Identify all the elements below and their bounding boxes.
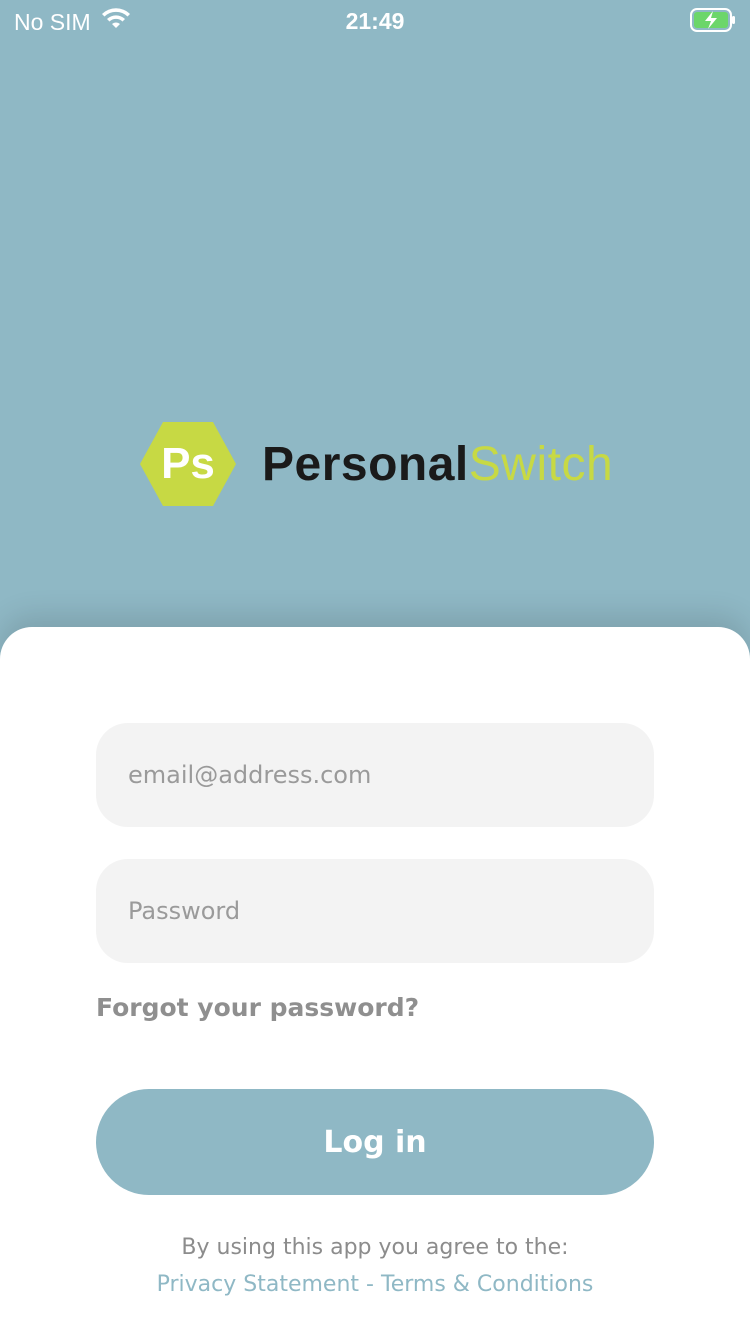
logo-hexagon: Ps xyxy=(138,420,238,508)
logo-word-switch: Switch xyxy=(468,437,614,491)
logo-word-personal: Personal xyxy=(262,437,469,491)
legal-links: Privacy Statement - Terms & Conditions xyxy=(0,1266,750,1303)
login-button[interactable]: Log in xyxy=(96,1089,654,1195)
terms-notice: By using this app you agree to the: Priv… xyxy=(0,1229,750,1303)
link-separator: - xyxy=(366,1272,374,1297)
logo-wordmark: PersonalSwitch xyxy=(262,437,613,492)
password-field[interactable] xyxy=(96,859,654,963)
terms-conditions-link[interactable]: Terms & Conditions xyxy=(381,1272,593,1297)
logo-mark: Ps xyxy=(161,439,215,488)
personalswitch-logo: Ps PersonalSwitch xyxy=(138,420,613,508)
email-field[interactable] xyxy=(96,723,654,827)
login-sheet: Forgot your password? Log in By using th… xyxy=(0,627,750,1334)
agree-text: By using this app you agree to the: xyxy=(181,1235,569,1260)
privacy-statement-link[interactable]: Privacy Statement xyxy=(157,1272,359,1297)
forgot-password-link[interactable]: Forgot your password? xyxy=(96,993,419,1022)
hero: Ps PersonalSwitch xyxy=(0,0,750,640)
